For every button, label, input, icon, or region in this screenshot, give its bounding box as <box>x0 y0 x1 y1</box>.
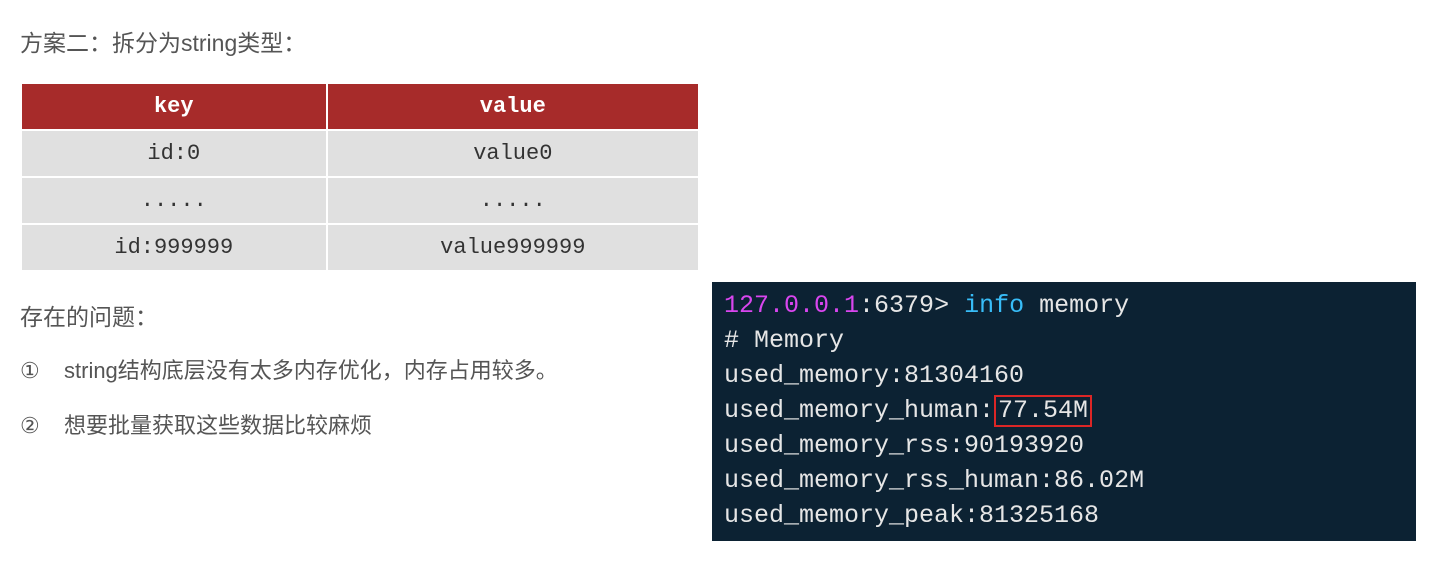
terminal-line: used_memory_peak:81325168 <box>724 498 1404 533</box>
table-cell-key: id:0 <box>21 130 327 177</box>
terminal-line: used_memory_rss:90193920 <box>724 428 1404 463</box>
terminal-arg: memory <box>1039 291 1129 320</box>
section-title: 方案二：拆分为string类型： <box>20 24 1416 58</box>
terminal-line: used_memory_rss_human:86.02M <box>724 463 1404 498</box>
table-header-key: key <box>21 83 327 130</box>
terminal-prompt-char: > <box>934 291 949 320</box>
terminal-line: # Memory <box>724 323 1404 358</box>
list-item: ① string结构底层没有太多内存优化，内存占用较多。 <box>20 354 700 387</box>
kv-table-wrapper: key value id:0 value0 ..... ..... id:999… <box>20 82 1416 272</box>
table-header-value: value <box>327 83 699 130</box>
table-cell-value: ..... <box>327 177 699 224</box>
table-row: id:999999 value999999 <box>21 224 699 271</box>
terminal-prompt-line: 127.0.0.1:6379> info memory <box>724 288 1404 323</box>
table-cell-key: id:999999 <box>21 224 327 271</box>
terminal-ip: 127.0.0.1 <box>724 291 859 320</box>
table-cell-value: value999999 <box>327 224 699 271</box>
terminal-highlighted-value: 77.54M <box>994 395 1092 427</box>
problems-title: 存在的问题： <box>20 298 700 332</box>
list-item: ② 想要批量获取这些数据比较麻烦 <box>20 409 700 442</box>
terminal-port-sep: : <box>859 291 874 320</box>
list-item-text: string结构底层没有太多内存优化，内存占用较多。 <box>64 358 558 383</box>
table-row: id:0 value0 <box>21 130 699 177</box>
kv-table: key value id:0 value0 ..... ..... id:999… <box>20 82 700 272</box>
terminal-line: used_memory:81304160 <box>724 358 1404 393</box>
table-row: ..... ..... <box>21 177 699 224</box>
terminal-port: 6379 <box>874 291 934 320</box>
terminal-line: used_memory_human:77.54M <box>724 393 1404 428</box>
terminal-command: info <box>964 291 1024 320</box>
list-item-number: ① <box>20 354 40 387</box>
list-item-number: ② <box>20 409 40 442</box>
problems-section: 存在的问题： ① string结构底层没有太多内存优化，内存占用较多。 ② 想要… <box>20 298 700 464</box>
problems-list: ① string结构底层没有太多内存优化，内存占用较多。 ② 想要批量获取这些数… <box>20 354 700 442</box>
table-cell-value: value0 <box>327 130 699 177</box>
terminal-output: 127.0.0.1:6379> info memory # Memory use… <box>712 282 1416 541</box>
list-item-text: 想要批量获取这些数据比较麻烦 <box>64 413 372 438</box>
terminal-line-label: used_memory_human: <box>724 396 994 425</box>
table-cell-key: ..... <box>21 177 327 224</box>
